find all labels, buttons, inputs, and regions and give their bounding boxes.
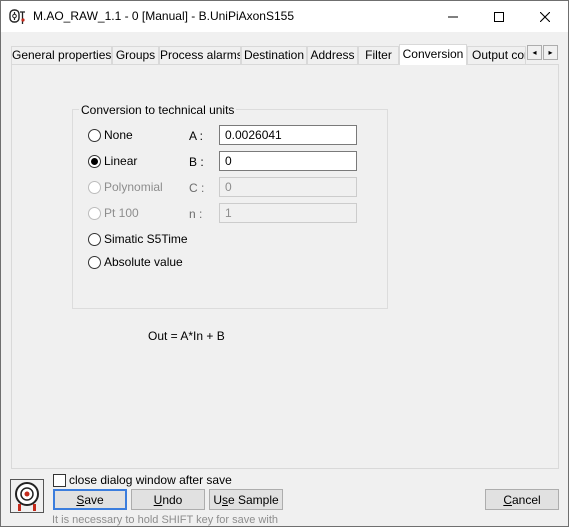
- checkbox-label[interactable]: close dialog window after save: [69, 473, 232, 487]
- tab-scroll-left-button[interactable]: ◂: [527, 45, 542, 60]
- radio-circle[interactable]: [88, 128, 101, 142]
- radio-label[interactable]: None: [104, 128, 133, 142]
- tab-strip: General properties Groups Process alarms…: [11, 44, 559, 65]
- tab-scroll-right-button[interactable]: ▸: [543, 45, 558, 60]
- radio-label[interactable]: Polynomial: [104, 180, 163, 194]
- tab-address[interactable]: Address: [307, 46, 358, 64]
- close-after-save-checkbox[interactable]: close dialog window after save: [53, 473, 232, 487]
- use-sample-button[interactable]: Use Sample: [209, 489, 283, 510]
- maximize-icon: [494, 11, 504, 22]
- chevron-left-icon: ◂: [532, 47, 537, 57]
- param-c-input[interactable]: 0: [219, 177, 357, 197]
- radio-polynomial[interactable]: Polynomial: [88, 179, 163, 195]
- radio-circle[interactable]: [88, 154, 101, 168]
- close-icon: [540, 11, 550, 22]
- dialog-window: M.AO_RAW_1.1 - 0 [Manual] - B.UniPiAxonS…: [0, 0, 569, 527]
- conversion-formula: Out = A*In + B: [148, 329, 225, 343]
- param-n-label: n :: [189, 207, 203, 221]
- minimize-button[interactable]: [430, 1, 476, 32]
- radio-circle[interactable]: [88, 180, 101, 194]
- checkbox-box[interactable]: [53, 473, 66, 487]
- save-button[interactable]: Save: [53, 489, 127, 510]
- radio-simatic-s5time[interactable]: Simatic S5Time: [88, 231, 188, 247]
- param-n-input[interactable]: 1: [219, 203, 357, 223]
- close-button[interactable]: [522, 1, 568, 32]
- tab-process-alarms[interactable]: Process alarms: [159, 46, 241, 64]
- tab-general-properties[interactable]: General properties: [11, 46, 112, 64]
- param-b-label: B :: [189, 155, 204, 169]
- param-a-label: A :: [189, 129, 204, 143]
- radio-pt100[interactable]: Pt 100: [88, 205, 139, 221]
- save-hint: It is necessary to hold SHIFT key for sa…: [52, 514, 278, 526]
- diagnostic-icon: [10, 479, 44, 513]
- tab-conversion[interactable]: Conversion: [399, 44, 467, 65]
- dialog-footer: close dialog window after save Save Undo…: [1, 469, 568, 526]
- radio-label[interactable]: Linear: [104, 154, 137, 168]
- plc-icon[interactable]: [9, 8, 27, 26]
- radio-circle[interactable]: [88, 255, 101, 269]
- maximize-button[interactable]: [476, 1, 522, 32]
- conversion-groupbox: Conversion to technical units None Linea…: [72, 103, 388, 343]
- title-bar[interactable]: M.AO_RAW_1.1 - 0 [Manual] - B.UniPiAxonS…: [1, 1, 568, 32]
- radio-label[interactable]: Simatic S5Time: [104, 232, 188, 246]
- radio-label[interactable]: Pt 100: [104, 206, 139, 220]
- radio-none[interactable]: None: [88, 127, 133, 143]
- tab-groups[interactable]: Groups: [112, 46, 159, 64]
- group-title: Conversion to technical units: [79, 103, 237, 117]
- tab-destination[interactable]: Destination: [241, 46, 307, 64]
- radio-absolute-value[interactable]: Absolute value: [88, 254, 183, 270]
- radio-linear[interactable]: Linear: [88, 153, 137, 169]
- radio-circle[interactable]: [88, 232, 101, 246]
- param-b-input[interactable]: 0: [219, 151, 357, 171]
- param-c-label: C :: [189, 181, 205, 195]
- undo-button[interactable]: Undo: [131, 489, 205, 510]
- param-a-input[interactable]: 0.0026041: [219, 125, 357, 145]
- radio-label[interactable]: Absolute value: [104, 255, 183, 269]
- radio-circle[interactable]: [88, 206, 101, 220]
- chevron-right-icon: ▸: [548, 47, 553, 57]
- cancel-button[interactable]: Cancel: [485, 489, 559, 510]
- minimize-icon: [448, 16, 458, 17]
- window-title: M.AO_RAW_1.1 - 0 [Manual] - B.UniPiAxonS…: [33, 9, 294, 23]
- tab-filter[interactable]: Filter: [358, 46, 399, 64]
- conversion-panel: Conversion to technical units None Linea…: [11, 64, 559, 469]
- tab-output-cor[interactable]: Output cor: [467, 46, 526, 64]
